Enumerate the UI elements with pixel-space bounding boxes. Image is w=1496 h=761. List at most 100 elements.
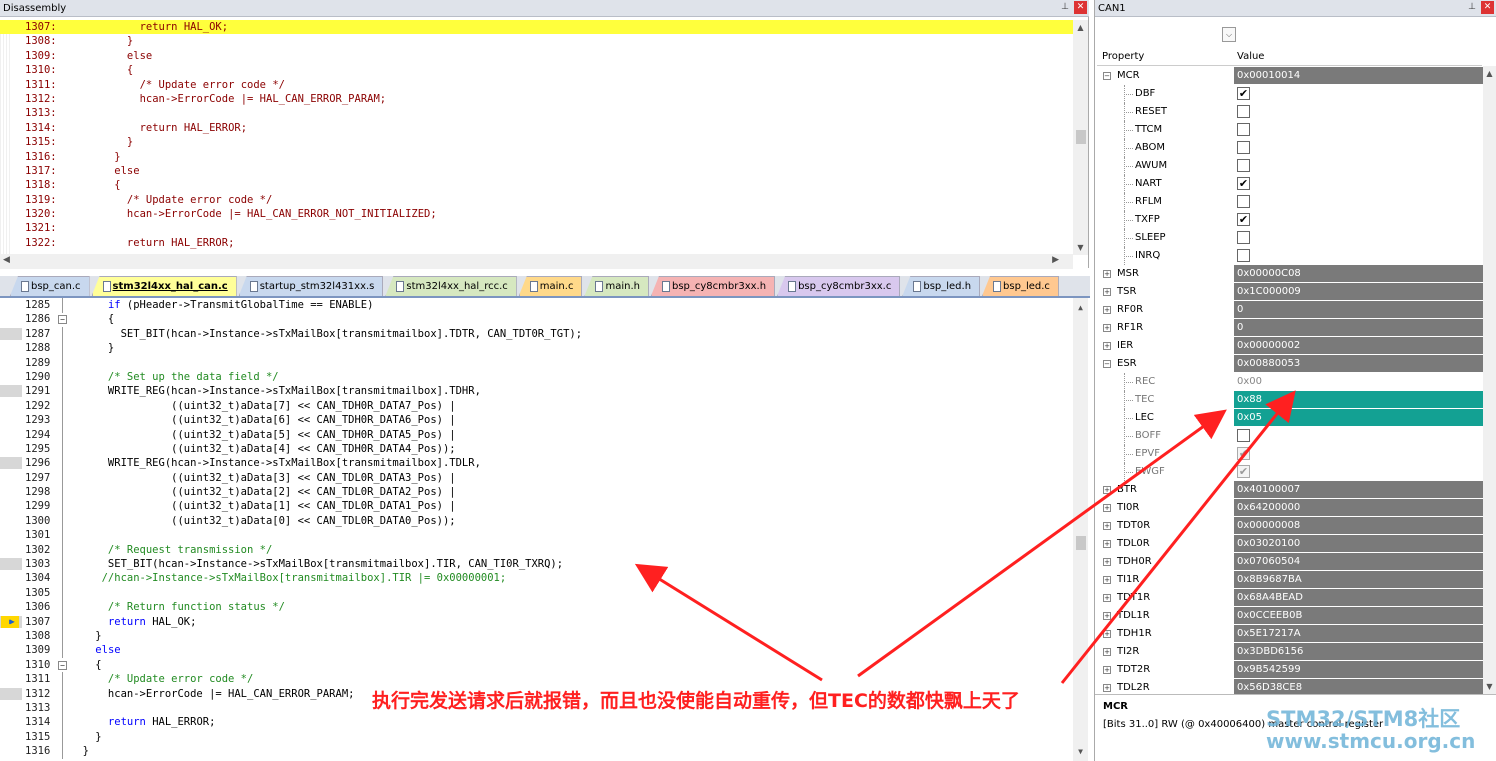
bit-checkbox[interactable] — [1237, 195, 1250, 208]
bit-checkbox[interactable] — [1237, 105, 1250, 118]
scroll-thumb[interactable] — [1076, 536, 1086, 550]
register-row-boff[interactable]: BOFF — [1097, 427, 1487, 445]
bit-checkbox[interactable] — [1237, 141, 1250, 154]
register-row-dbf[interactable]: DBF ✔ — [1097, 85, 1487, 103]
disassembly-body[interactable]: 1307: return HAL_OK; 1308: } 1309: else 131… — [0, 20, 1073, 255]
register-row-tsr[interactable]: + TSR 0x1C000009 — [1097, 283, 1487, 301]
register-value[interactable]: 0x05 — [1234, 409, 1486, 427]
disassembly-vscroll[interactable]: ▲ ▼ — [1073, 20, 1088, 255]
register-value[interactable]: 0x8B9687BA — [1234, 571, 1486, 589]
scroll-thumb[interactable] — [1076, 130, 1086, 144]
register-row-rf1r[interactable]: + RF1R 0 — [1097, 319, 1487, 337]
register-value[interactable]: 0 — [1234, 301, 1486, 319]
breakpoint-margin-mark[interactable] — [0, 457, 22, 470]
register-row-reset[interactable]: RESET — [1097, 103, 1487, 121]
register-row-lec[interactable]: LEC 0x05 — [1097, 409, 1487, 427]
register-row-inrq[interactable]: INRQ — [1097, 247, 1487, 265]
tab-startup-stm32l431xx-s[interactable]: startup_stm32l431xx.s — [238, 276, 384, 296]
register-row-tdt2r[interactable]: + TDT2R 0x9B542599 — [1097, 661, 1487, 679]
tab-stm32l4xx-hal-rcc-c[interactable]: stm32l4xx_hal_rcc.c — [385, 276, 517, 296]
expand-icon[interactable]: + — [1103, 540, 1111, 548]
expand-icon[interactable]: + — [1103, 648, 1111, 656]
register-row-tdt1r[interactable]: + TDT1R 0x68A4BEAD — [1097, 589, 1487, 607]
expand-icon[interactable]: + — [1103, 342, 1111, 350]
tab-stm32l4xx-hal-can-c[interactable]: stm32l4xx_hal_can.c — [91, 276, 237, 296]
scroll-right-icon[interactable]: ▶ — [1052, 255, 1059, 265]
register-value[interactable]: 0x1C000009 — [1234, 283, 1486, 301]
register-value[interactable]: 0x00000002 — [1234, 337, 1486, 355]
register-value[interactable]: 0x3DBD6156 — [1234, 643, 1486, 661]
register-value[interactable]: 0x00 — [1234, 373, 1486, 391]
tab-main-h[interactable]: main.h — [584, 276, 649, 296]
bit-checkbox[interactable] — [1237, 429, 1250, 442]
register-value[interactable]: 0x00880053 — [1234, 355, 1486, 373]
register-value[interactable]: 0x68A4BEAD — [1234, 589, 1486, 607]
register-row-rec[interactable]: REC 0x00 — [1097, 373, 1487, 391]
register-value[interactable]: 0x00000008 — [1234, 517, 1486, 535]
register-row-msr[interactable]: + MSR 0x00000C08 — [1097, 265, 1487, 283]
expand-icon[interactable]: + — [1103, 594, 1111, 602]
breakpoint-margin-mark[interactable] — [0, 327, 22, 340]
tab-bsp-can-c[interactable]: bsp_can.c — [10, 276, 90, 296]
register-row-ewgf[interactable]: EWGF ✔ — [1097, 463, 1487, 481]
breakpoint-margin-mark[interactable] — [0, 558, 22, 571]
register-value[interactable]: 0 — [1234, 319, 1486, 337]
tab-bsp-cy8cmbr3xx-c[interactable]: bsp_cy8cmbr3xx.c — [777, 276, 901, 296]
register-row-btr[interactable]: + BTR 0x40100007 — [1097, 481, 1487, 499]
bit-checkbox[interactable] — [1237, 231, 1250, 244]
scroll-up-icon[interactable]: ▲ — [1073, 20, 1088, 35]
close-icon[interactable]: ✕ — [1074, 1, 1087, 14]
scroll-down-icon[interactable]: ▼ — [1073, 744, 1088, 759]
disassembly-hscroll[interactable]: ◀ ▶ — [0, 254, 1073, 269]
register-value[interactable]: 0x07060504 — [1234, 553, 1486, 571]
collapse-icon[interactable]: − — [1103, 360, 1111, 368]
expand-icon[interactable]: + — [1103, 288, 1111, 296]
register-row-tdl1r[interactable]: + TDL1R 0x0CCEEB0B — [1097, 607, 1487, 625]
register-row-ttcm[interactable]: TTCM — [1097, 121, 1487, 139]
register-row-mcr[interactable]: − MCR 0x00010014 — [1097, 67, 1487, 85]
fold-toggle-icon[interactable]: − — [58, 660, 67, 670]
bit-checkbox[interactable] — [1237, 249, 1250, 262]
register-row-abom[interactable]: ABOM — [1097, 139, 1487, 157]
bit-checkbox[interactable]: ✔ — [1237, 177, 1250, 190]
expand-icon[interactable]: + — [1103, 522, 1111, 530]
register-row-tec[interactable]: TEC 0x88 — [1097, 391, 1487, 409]
scroll-up-icon[interactable]: ▲ — [1483, 66, 1496, 81]
tab-main-c[interactable]: main.c — [518, 276, 583, 296]
register-row-ti2r[interactable]: + TI2R 0x3DBD6156 — [1097, 643, 1487, 661]
tab-bsp-cy8cmbr3xx-h[interactable]: bsp_cy8cmbr3xx.h — [650, 276, 776, 296]
register-value[interactable]: 0x00000C08 — [1234, 265, 1486, 283]
register-value[interactable]: 0x64200000 — [1234, 499, 1486, 517]
register-row-epvf[interactable]: EPVF ✔ — [1097, 445, 1487, 463]
register-value[interactable]: 0x40100007 — [1234, 481, 1486, 499]
register-value[interactable]: 0x0CCEEB0B — [1234, 607, 1486, 625]
expand-icon[interactable]: + — [1103, 576, 1111, 584]
register-value[interactable]: 0x9B542599 — [1234, 661, 1486, 679]
register-row-esr[interactable]: − ESR 0x00880053 — [1097, 355, 1487, 373]
expand-icon[interactable]: + — [1103, 612, 1111, 620]
register-row-rflm[interactable]: RFLM — [1097, 193, 1487, 211]
expand-icon[interactable]: + — [1103, 306, 1111, 314]
property-vscroll[interactable]: ▲ ▼ — [1483, 66, 1496, 694]
register-row-nart[interactable]: NART ✔ — [1097, 175, 1487, 193]
register-value[interactable]: 0x03020100 — [1234, 535, 1486, 553]
editor-vscroll[interactable]: ▲ ▼ — [1073, 298, 1088, 761]
bit-checkbox[interactable] — [1237, 123, 1250, 136]
register-row-tdt0r[interactable]: + TDT0R 0x00000008 — [1097, 517, 1487, 535]
pin-icon[interactable]: ⊥ — [1059, 1, 1071, 14]
register-row-ier[interactable]: + IER 0x00000002 — [1097, 337, 1487, 355]
expand-icon[interactable]: + — [1103, 558, 1111, 566]
register-value[interactable]: 0x00010014 — [1234, 67, 1486, 85]
fold-toggle-icon[interactable]: − — [58, 315, 67, 325]
bit-checkbox[interactable]: ✔ — [1237, 213, 1250, 226]
register-row-ti0r[interactable]: + TI0R 0x64200000 — [1097, 499, 1487, 517]
register-value[interactable]: 0x88 — [1234, 391, 1486, 409]
register-row-txfp[interactable]: TXFP ✔ — [1097, 211, 1487, 229]
breakpoint-margin-mark[interactable] — [0, 687, 22, 700]
expand-icon[interactable]: + — [1103, 504, 1111, 512]
breakpoint-margin-mark[interactable] — [0, 385, 22, 398]
register-row-ti1r[interactable]: + TI1R 0x8B9687BA — [1097, 571, 1487, 589]
collapse-icon[interactable]: − — [1103, 72, 1111, 80]
register-value[interactable]: 0x56D38CE8 — [1234, 679, 1486, 694]
scroll-left-icon[interactable]: ◀ — [3, 255, 10, 265]
